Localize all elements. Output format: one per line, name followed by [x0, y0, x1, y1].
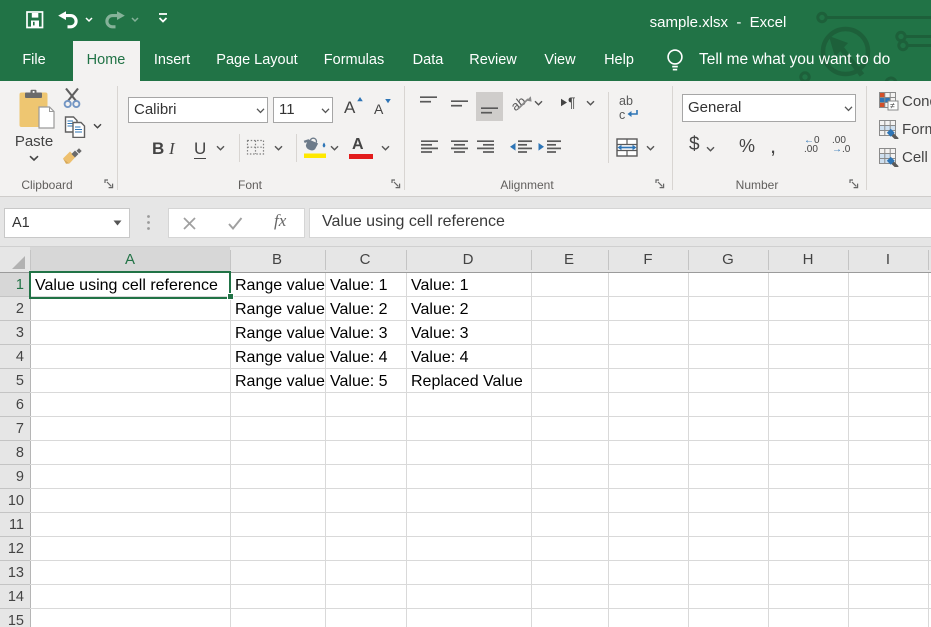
svg-text:≠: ≠ [890, 101, 895, 111]
